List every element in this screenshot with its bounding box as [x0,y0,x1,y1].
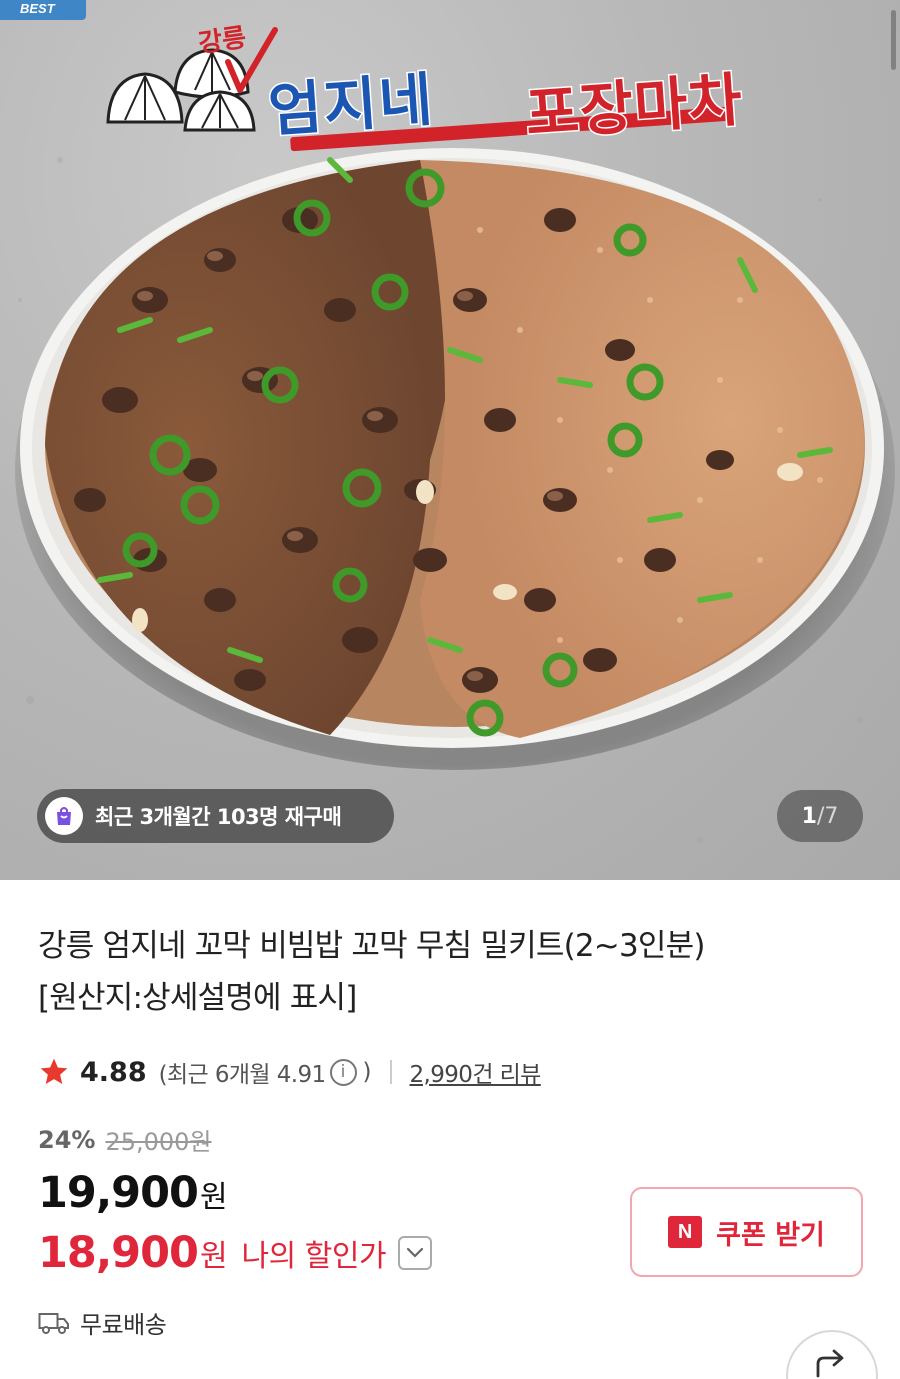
repurchase-badge: 최근 3개월간 103명 재구매 [37,789,394,843]
get-coupon-button[interactable]: N 쿠폰 받기 [630,1187,863,1277]
brand-name-part2: 포장마차 [522,64,747,150]
naver-n-icon: N [668,1216,703,1248]
product-title-line2: [원산지:상세설명에 표시] [38,980,357,1016]
recent-rating: (최근 6개월 4.91 [158,1062,326,1088]
page-current: 1 [801,803,817,829]
page-separator: / [816,803,825,829]
my-price-unit: 원 [199,1239,228,1274]
sale-price: 19,900 [38,1168,199,1218]
share-button[interactable] [786,1330,878,1379]
review-count-link[interactable]: 2,990건 리뷰 [410,1055,542,1089]
repurchase-text: 최근 3개월간 103명 재구매 [95,805,342,829]
scroll-indicator[interactable] [891,10,896,70]
info-icon[interactable]: i [329,1058,357,1086]
shipping-row: 무료배송 [38,1305,167,1340]
rating-value: 4.88 [80,1056,147,1088]
product-title: 강릉 엄지네 꼬막 비빔밥 꼬막 무침 밀키트(2~3인분) [원산지:상세설명… [38,920,868,1024]
shipping-text: 무료배송 [80,1311,167,1339]
coupon-button-label: 쿠폰 받기 [716,1219,825,1251]
star-icon [40,1058,68,1084]
share-icon [816,1349,844,1378]
my-price-label: 나의 할인가 [241,1239,387,1274]
product-image-carousel[interactable]: BEST 강릉 엄지네 포장마차 최근 3개월간 103명 재구매 1 / 7 [0,0,900,880]
image-page-counter: 1 / 7 [777,790,863,842]
recent-rating-close: ) [362,1059,372,1085]
sale-price-unit: 원 [199,1180,228,1215]
my-price-row[interactable]: 18,900 원 나의 할인가 [38,1228,433,1278]
brand-region: 강릉 [196,22,249,60]
discount-percent: 24% [38,1125,96,1154]
truck-icon [38,1312,69,1334]
brand-name-part1: 엄지네 [265,64,438,146]
my-discount-price: 18,900 [38,1228,199,1278]
product-title-line1: 강릉 엄지네 꼬막 비빔밥 꼬막 무침 밀키트(2~3인분) [38,928,705,964]
chevron-down-icon[interactable] [398,1236,433,1270]
rating-row: 4.88 (최근 6개월 4.91 i ) 2,990건 리뷰 [38,1050,541,1094]
original-price: 25,000원 [105,1128,212,1156]
shopping-bag-icon [45,797,83,835]
discount-row: 24% 25,000원 [38,1122,212,1157]
page-total: 7 [824,803,839,829]
divider [389,1060,392,1084]
best-tag: BEST [0,0,86,20]
price-row: 19,900 원 [38,1168,228,1218]
